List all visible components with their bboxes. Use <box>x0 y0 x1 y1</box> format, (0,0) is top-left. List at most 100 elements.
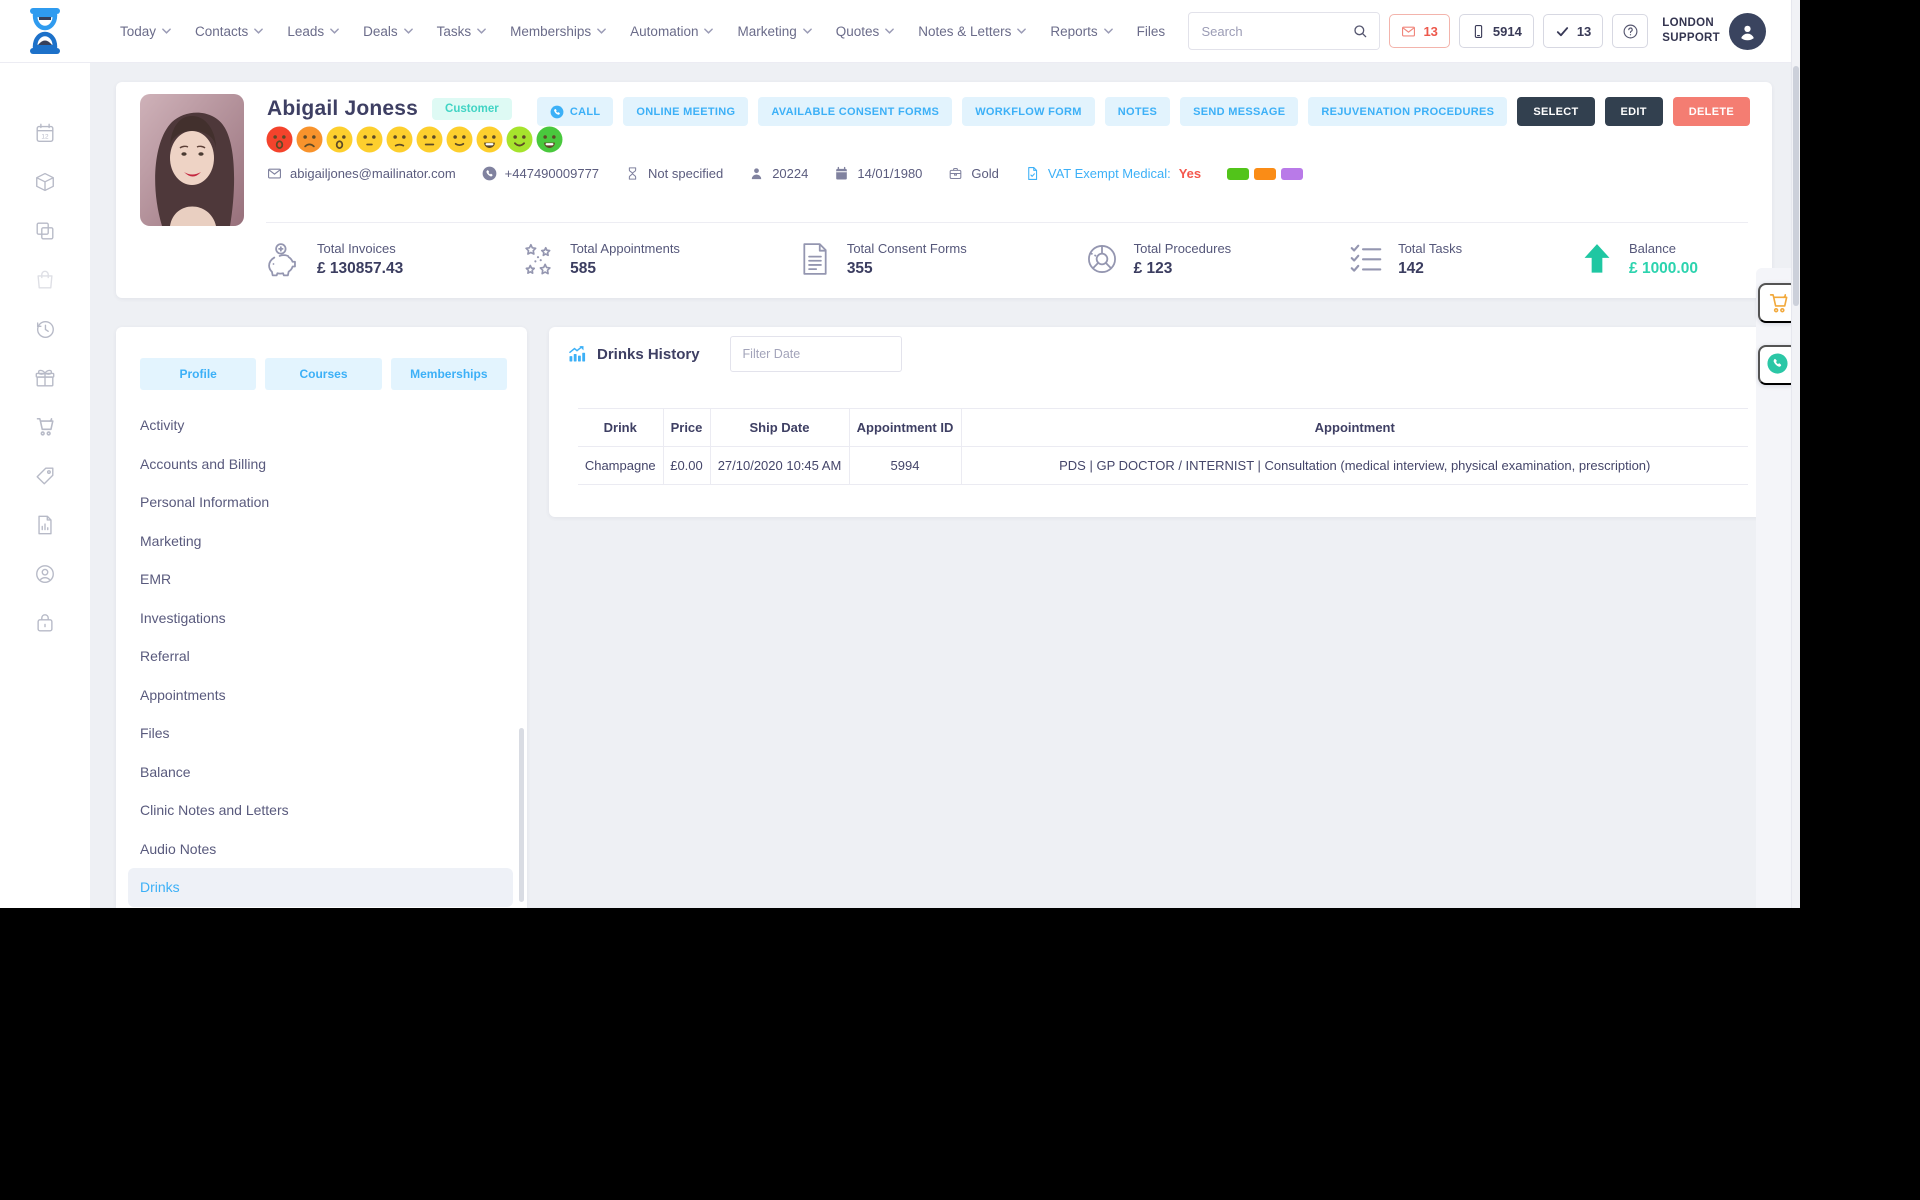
chevron-down-icon <box>1103 28 1113 34</box>
nav-menu-item[interactable]: Tasks <box>437 24 487 39</box>
calendar-date-icon[interactable]: 12 <box>34 122 56 144</box>
hourglass-logo-icon[interactable] <box>26 7 64 55</box>
action-button[interactable]: NOTES <box>1104 97 1171 126</box>
profile-menu-item[interactable]: Marketing <box>128 522 513 561</box>
help-button[interactable] <box>1612 14 1649 48</box>
mood-emoji-face[interactable] <box>536 126 563 153</box>
indicator-badge[interactable]: 13 <box>1542 14 1604 48</box>
contact-field-text: abigailjones@mailinator.com <box>290 166 456 181</box>
nav-menu-item[interactable]: Automation <box>630 24 714 39</box>
search-button[interactable] <box>1341 13 1380 49</box>
lock-icon[interactable] <box>34 612 56 634</box>
contact-field-text: +447490009777 <box>504 166 600 181</box>
contact-field-text: 14/01/1980 <box>857 166 923 181</box>
nav-menu-item[interactable]: Quotes <box>836 24 895 39</box>
mood-emoji-face[interactable] <box>386 126 413 153</box>
profile-tab[interactable]: Courses <box>265 358 382 390</box>
contact-field-text: VAT Exempt Medical: <box>1047 166 1171 181</box>
page-scrollbar-thumb[interactable] <box>1793 66 1799 306</box>
gift-icon[interactable] <box>34 367 56 389</box>
cart-icon <box>1767 292 1790 315</box>
indicator-badge[interactable]: 5914 <box>1458 14 1534 48</box>
mood-emoji-face[interactable] <box>296 126 323 153</box>
action-button-label: CALL <box>569 105 601 118</box>
nav-menu-item[interactable]: Deals <box>363 24 413 39</box>
profile-menu-item[interactable]: Investigations <box>128 599 513 638</box>
column-header: Appointment ID <box>849 408 962 447</box>
column-header: Drink <box>578 408 664 447</box>
action-button[interactable]: ONLINE MEETING <box>623 97 749 126</box>
shopping-bag-icon[interactable] <box>34 269 56 291</box>
nav-menu-item[interactable]: Reports <box>1050 24 1113 39</box>
nav-menu-item[interactable]: Leads <box>287 24 339 39</box>
action-button[interactable]: DELETE <box>1672 97 1750 126</box>
stat-label: Total Procedures <box>1133 240 1232 256</box>
nav-menu-item[interactable]: Marketing <box>737 24 812 39</box>
check-icon <box>1555 24 1570 39</box>
tag-chip[interactable] <box>1281 167 1304 180</box>
profile-menu-item[interactable]: Activity <box>128 406 513 445</box>
package-icon[interactable] <box>34 171 56 193</box>
profile-menu-item[interactable]: Appointments <box>128 676 513 715</box>
mood-emoji-face[interactable] <box>326 126 353 153</box>
panel-header: Drinks History <box>567 334 902 374</box>
nav-menu-item[interactable]: Contacts <box>195 23 264 39</box>
panel-scrollbar-thumb[interactable] <box>519 728 524 902</box>
mail-icon <box>1401 24 1416 39</box>
action-button[interactable]: AVAILABLE CONSENT FORMS <box>758 97 953 126</box>
filter-date-input[interactable] <box>729 336 902 372</box>
indicator-badge[interactable]: 13 <box>1389 14 1450 48</box>
nav-menu-item[interactable]: Notes & Letters <box>918 24 1027 39</box>
user-circle-icon[interactable] <box>34 563 56 585</box>
profile-tab[interactable]: Memberships <box>390 358 507 390</box>
nav-menu-item[interactable]: Today <box>120 24 171 39</box>
price-tag-icon[interactable] <box>34 465 56 487</box>
action-button[interactable]: SELECT <box>1517 97 1595 126</box>
tag-chip[interactable] <box>1227 167 1250 180</box>
action-button-label: AVAILABLE CONSENT FORMS <box>771 105 940 118</box>
mood-emoji-face[interactable] <box>476 126 503 153</box>
profile-menu-item[interactable]: Clinic Notes and Letters <box>128 791 513 830</box>
report-icon[interactable] <box>34 514 56 536</box>
profile-menu-item[interactable]: Drinks <box>128 868 513 907</box>
action-button[interactable]: CALL <box>536 97 614 126</box>
page-scrollbar[interactable] <box>1791 0 1800 908</box>
history-icon[interactable] <box>34 318 56 340</box>
contact-field: Not specified <box>625 166 723 181</box>
search-input[interactable] <box>1189 13 1342 49</box>
nav-menu-item[interactable]: Files <box>1137 24 1166 39</box>
nav-menu-item[interactable]: Memberships <box>510 24 606 39</box>
table-row[interactable]: Champagne £0.00 27/10/2020 10:45 AM 5994… <box>578 446 1748 485</box>
contact-details-row: abigailjones@mailinator.com +44749000977… <box>267 166 1304 181</box>
profile-photo[interactable] <box>140 94 244 226</box>
action-button[interactable]: REJUVENATION PROCEDURES <box>1308 97 1508 126</box>
profile-menu-item[interactable]: Accounts and Billing <box>128 445 513 484</box>
mood-emoji-face[interactable] <box>266 126 293 153</box>
profile-tab[interactable]: Profile <box>140 358 257 390</box>
stat-item: Total Consent Forms 355 <box>796 240 967 278</box>
profile-menu-item[interactable]: EMR <box>128 560 513 599</box>
profile-menu-item[interactable]: Personal Information <box>128 483 513 522</box>
donut-chart-icon <box>1083 240 1121 278</box>
user-avatar[interactable] <box>1729 12 1766 50</box>
header-divider <box>266 222 1748 223</box>
action-button[interactable]: WORKFLOW FORM <box>962 97 1095 126</box>
profile-menu-item[interactable]: Audio Notes <box>128 830 513 869</box>
mood-emoji-face[interactable] <box>446 126 473 153</box>
profile-menu-item[interactable]: Referral <box>128 637 513 676</box>
mood-emoji-face[interactable] <box>356 126 383 153</box>
tag-chip[interactable] <box>1254 167 1277 180</box>
action-button[interactable]: SEND MESSAGE <box>1180 97 1299 126</box>
copy-icon[interactable] <box>34 220 56 242</box>
profile-menu-item[interactable]: Balance <box>128 753 513 792</box>
stat-value: 142 <box>1398 259 1424 277</box>
action-button[interactable]: EDIT <box>1604 97 1663 126</box>
profile-menu-item[interactable]: Files <box>128 714 513 753</box>
chevron-down-icon <box>403 28 413 34</box>
nav-item-label: Contacts <box>195 23 249 39</box>
mood-emoji-face[interactable] <box>416 126 443 153</box>
mood-emoji-face[interactable] <box>506 126 533 153</box>
contact-field: 14/01/1980 <box>834 166 922 181</box>
cart-icon[interactable] <box>34 416 56 438</box>
profile-menu-item-label: Clinic Notes and Letters <box>140 802 289 819</box>
